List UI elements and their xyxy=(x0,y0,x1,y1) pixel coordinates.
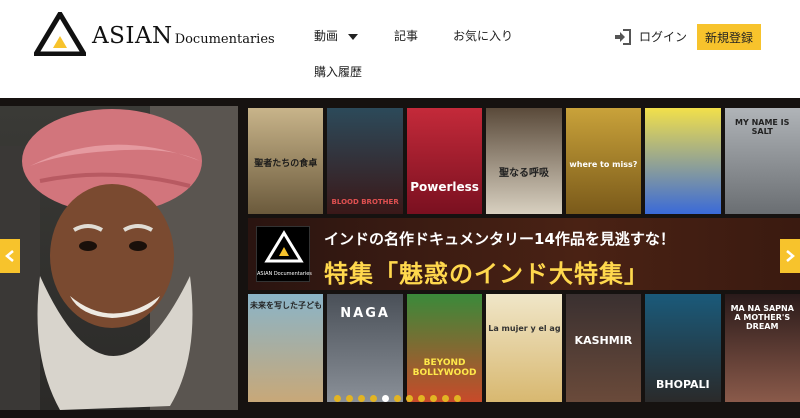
site-logo[interactable]: ASIAN Documentaries xyxy=(34,12,275,56)
portrait-illustration xyxy=(0,106,238,410)
slider-dot[interactable] xyxy=(418,395,425,402)
logo-sub-text: Documentaries xyxy=(174,32,275,47)
slider-prev-button[interactable] xyxy=(0,239,20,273)
poster-card[interactable]: 未来を写した子どもたち xyxy=(248,294,324,402)
poster-card[interactable]: 聖なる呼吸 xyxy=(486,108,562,214)
poster-title: La mujer y el agua xyxy=(488,324,560,333)
banner-logo-text: ASIAN Documentaries xyxy=(257,271,312,277)
slider-dot[interactable] xyxy=(370,395,377,402)
nav-articles[interactable]: 記事 xyxy=(394,27,418,44)
poster-title: Powerless xyxy=(410,180,479,194)
poster-card[interactable]: KASHMIR xyxy=(565,294,642,402)
banner-subtitle: インドの名作ドキュメンタリー14作品を見逃すな！ xyxy=(324,230,675,248)
poster-card[interactable]: NAGA xyxy=(327,294,403,402)
poster-title: KASHMIR xyxy=(574,334,633,347)
nav-videos-label: 動画 xyxy=(314,29,339,43)
logo-text: ASIAN Documentaries xyxy=(92,23,275,49)
poster-title: MA NA SAPNA A MOTHER'S DREAM xyxy=(730,304,794,331)
nav-history-label: 購入履歴 xyxy=(314,65,363,79)
hero-slider: 聖者たちの食卓 BLOOD BROTHER Powerless 聖なる呼吸 wh… xyxy=(0,98,800,418)
slider-dot[interactable] xyxy=(346,395,353,402)
feature-banner[interactable]: ASIAN Documentaries インドの名作ドキュメンタリー14作品を見… xyxy=(248,218,800,290)
chevron-down-icon xyxy=(348,33,359,40)
slider-dot[interactable] xyxy=(454,395,461,402)
chevron-left-icon xyxy=(5,250,14,262)
poster-title: MY NAME IS SALT xyxy=(735,118,790,136)
poster-title: 聖なる呼吸 xyxy=(498,168,549,179)
poster-title: BHOPALI xyxy=(656,378,710,391)
nav-videos[interactable]: 動画 xyxy=(314,27,359,44)
nav-purchase-history[interactable]: 購入履歴 xyxy=(314,63,362,80)
poster-title: where to miss? xyxy=(569,160,638,169)
poster-card[interactable]: BEYOND BOLLYWOOD xyxy=(406,294,483,402)
logo-triangle-icon xyxy=(264,230,304,263)
poster-card[interactable]: BHOPALI xyxy=(645,294,721,402)
slider-dot[interactable] xyxy=(430,395,437,402)
site-header: ASIAN Documentaries 動画 記事 お気に入り 購入履歴 ログイン… xyxy=(0,0,800,98)
logo-triangle-icon xyxy=(34,12,86,56)
poster-card[interactable]: MY NAME IS SALT xyxy=(724,108,800,214)
slider-dot[interactable] xyxy=(334,395,341,402)
login-icon xyxy=(615,28,631,45)
poster-card[interactable]: MA NA SAPNA A MOTHER'S DREAM xyxy=(724,294,800,402)
nav-favorites-label: お気に入り xyxy=(453,29,514,43)
poster-row-bottom: 未来を写した子どもたち NAGA BEYOND BOLLYWOOD La muj… xyxy=(248,294,800,402)
slider-dot[interactable] xyxy=(394,395,401,402)
poster-card[interactable] xyxy=(645,108,721,214)
poster-card[interactable]: Powerless xyxy=(406,108,483,214)
hero-portrait-image xyxy=(0,106,238,410)
poster-card[interactable]: La mujer y el agua xyxy=(486,294,562,402)
banner-title: 特集「魅惑のインド大特集」 xyxy=(324,260,649,288)
nav-favorites[interactable]: お気に入り xyxy=(453,27,513,44)
login-link[interactable]: ログイン xyxy=(614,28,687,45)
login-label: ログイン xyxy=(639,30,688,44)
chevron-right-icon xyxy=(786,250,795,262)
poster-title: 未来を写した子どもたち xyxy=(250,301,322,310)
banner-logo: ASIAN Documentaries xyxy=(256,226,312,282)
slider-dot[interactable] xyxy=(358,395,365,402)
poster-card[interactable]: where to miss? xyxy=(565,108,642,214)
poster-title: BEYOND BOLLYWOOD xyxy=(412,358,477,378)
poster-card[interactable]: BLOOD BROTHER xyxy=(327,108,403,214)
poster-card[interactable]: 聖者たちの食卓 xyxy=(248,108,324,214)
nav-articles-label: 記事 xyxy=(394,29,419,43)
slider-dot[interactable] xyxy=(442,395,449,402)
slider-dot[interactable] xyxy=(382,395,389,402)
poster-title: BLOOD BROTHER xyxy=(331,198,399,206)
slider-pagination xyxy=(334,395,461,402)
poster-title: NAGA xyxy=(340,306,390,321)
slider-dot[interactable] xyxy=(406,395,413,402)
poster-row-top: 聖者たちの食卓 BLOOD BROTHER Powerless 聖なる呼吸 wh… xyxy=(248,108,800,214)
logo-main-text: ASIAN xyxy=(92,23,173,49)
poster-title: 聖者たちの食卓 xyxy=(254,159,318,169)
slider-next-button[interactable] xyxy=(780,239,800,273)
signup-button[interactable]: 新規登録 xyxy=(697,24,761,50)
